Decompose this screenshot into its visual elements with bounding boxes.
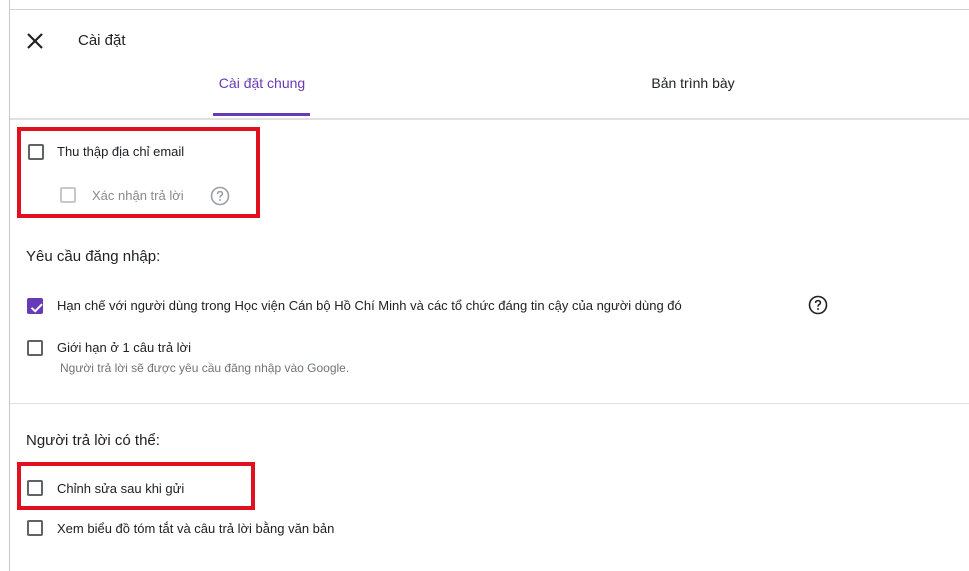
collect-email-checkbox[interactable] bbox=[28, 144, 44, 160]
confirm-response-help[interactable] bbox=[210, 186, 230, 206]
restrict-users-checkbox[interactable] bbox=[27, 298, 43, 314]
see-summary-label: Xem biểu đồ tóm tắt và câu trả lời bằng … bbox=[57, 521, 335, 536]
checkmark-icon bbox=[30, 303, 43, 313]
settings-header: Cài đặt bbox=[10, 10, 969, 70]
tab-general-settings[interactable]: Cài đặt chung bbox=[202, 75, 322, 105]
collect-email-label: Thu thập địa chỉ email bbox=[57, 144, 185, 159]
confirm-response-label: Xác nhận trả lời bbox=[92, 188, 184, 203]
close-icon[interactable] bbox=[24, 30, 46, 52]
help-circle-icon[interactable] bbox=[808, 295, 828, 315]
edit-after-submit-checkbox[interactable] bbox=[27, 480, 43, 496]
section-divider bbox=[10, 403, 969, 404]
limit-one-response-hint: Người trả lời sẽ được yêu cầu đăng nhập … bbox=[60, 361, 350, 375]
restrict-users-label: Hạn chế với người dùng trong Học viện Cá… bbox=[57, 298, 682, 313]
page-title: Cài đặt bbox=[78, 32, 126, 49]
restrict-users-help[interactable] bbox=[808, 295, 828, 315]
edit-after-submit-label: Chỉnh sửa sau khi gửi bbox=[57, 481, 185, 496]
limit-one-response-checkbox[interactable] bbox=[27, 340, 43, 356]
close-button[interactable] bbox=[24, 30, 46, 52]
help-circle-icon[interactable] bbox=[210, 186, 230, 206]
confirm-response-checkbox[interactable] bbox=[60, 187, 76, 203]
tabs-divider bbox=[10, 118, 969, 120]
tab-presentation[interactable]: Bản trình bày bbox=[633, 75, 753, 105]
frame-border-left bbox=[9, 0, 10, 571]
limit-one-response-label: Giới hạn ở 1 câu trả lời bbox=[57, 340, 191, 355]
login-section-heading: Yêu cầu đăng nhập: bbox=[26, 248, 161, 265]
respondent-section-heading: Người trả lời có thể: bbox=[26, 432, 160, 449]
see-summary-checkbox[interactable] bbox=[27, 520, 43, 536]
active-tab-indicator bbox=[213, 113, 310, 116]
